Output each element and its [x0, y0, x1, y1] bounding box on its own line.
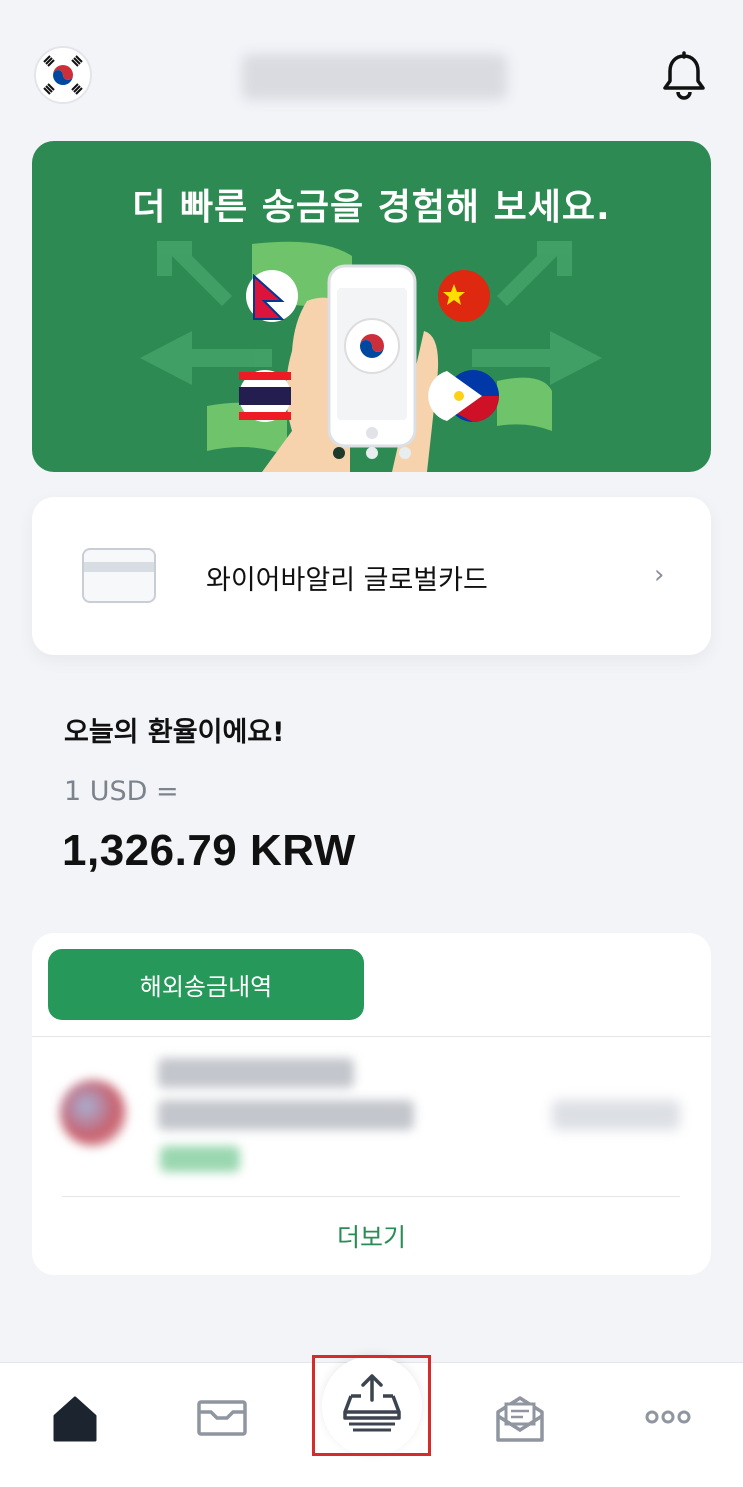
- banner-title: 더 빠른 송금을 경험해 보세요.: [132, 187, 611, 228]
- blurred-recipient-detail: [158, 1100, 414, 1130]
- divider: [62, 1196, 680, 1197]
- country-flag-icon: [60, 1080, 126, 1146]
- credit-card-icon: [82, 548, 156, 603]
- home-icon[interactable]: [47, 1390, 107, 1446]
- blurred-recipient-name: [158, 1058, 354, 1088]
- blurred-status-badge: [160, 1146, 240, 1172]
- korea-flag-icon[interactable]: [34, 46, 92, 104]
- divider: [32, 1036, 711, 1037]
- more-button[interactable]: 더보기: [0, 1218, 743, 1254]
- exchange-rate-heading: 오늘의 환율이에요!: [64, 717, 285, 748]
- blurred-account-title: [242, 54, 507, 100]
- global-card-label: 와이어바알리 글로벌카드: [206, 565, 488, 596]
- more-icon[interactable]: [640, 1390, 700, 1446]
- exchange-rate-base: 1 USD =: [64, 776, 179, 807]
- blurred-amount: [552, 1100, 680, 1130]
- tab-remittance-history[interactable]: 해외송금내역: [48, 949, 364, 1020]
- exchange-rate-value: 1,326.79 KRW: [62, 826, 356, 875]
- mail-icon[interactable]: [492, 1390, 552, 1446]
- chevron-right-icon: ›: [654, 560, 665, 590]
- bell-icon[interactable]: [658, 50, 710, 102]
- inbox-icon[interactable]: [193, 1390, 253, 1446]
- highlight-annotation: [312, 1355, 431, 1456]
- top-header: [0, 0, 743, 140]
